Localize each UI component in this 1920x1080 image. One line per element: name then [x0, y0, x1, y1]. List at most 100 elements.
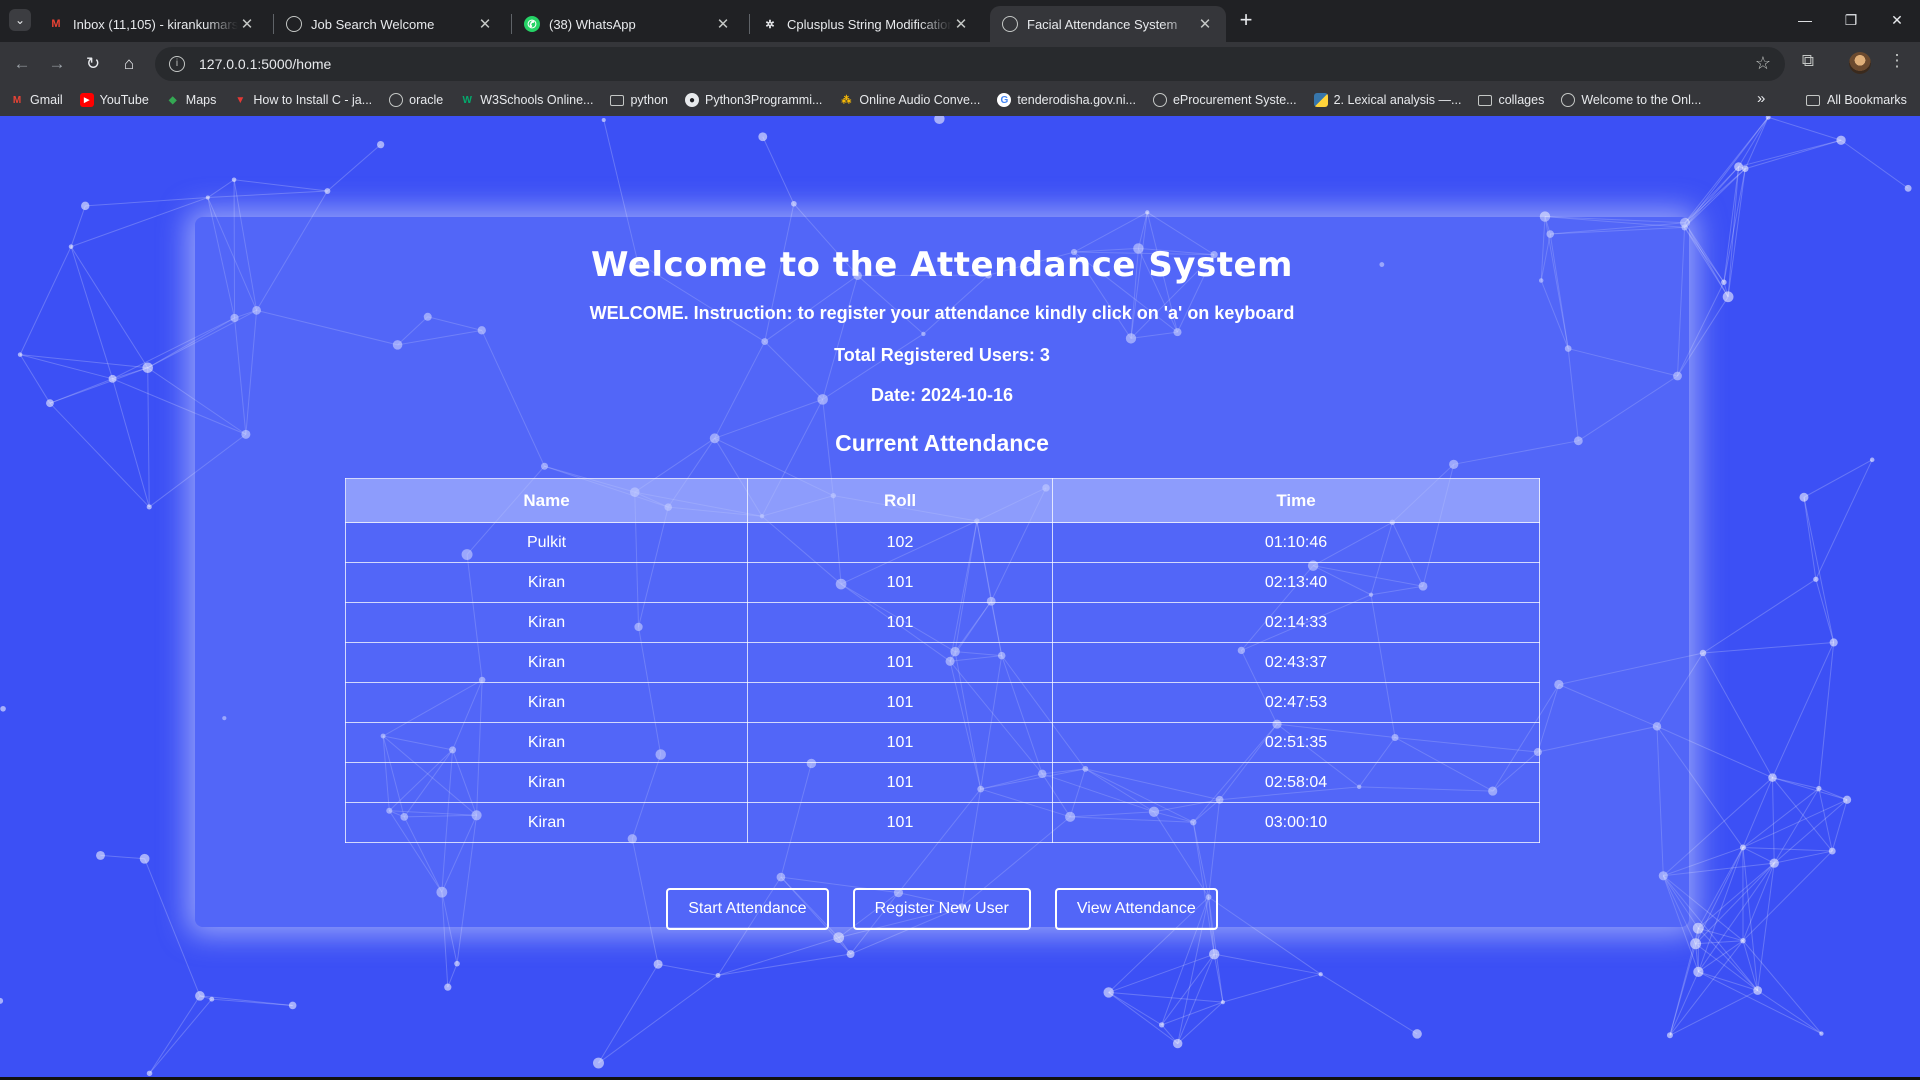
- close-icon[interactable]: ✕: [952, 15, 970, 33]
- minimize-icon: —: [1798, 12, 1812, 28]
- bookmark-welcome-online[interactable]: Welcome to the Onl...: [1561, 93, 1701, 107]
- bookmark-install-c[interactable]: ▼ How to Install C - ja...: [233, 93, 372, 107]
- particle-dot: [444, 983, 452, 991]
- table-row: Kiran 101 02:51:35: [345, 722, 1540, 763]
- cell-name: Kiran: [345, 602, 748, 643]
- cell-time: 01:10:46: [1052, 522, 1540, 563]
- all-bookmarks-button[interactable]: All Bookmarks: [1806, 84, 1907, 116]
- more-bookmarks-icon[interactable]: »: [1757, 90, 1765, 107]
- particle-link: [717, 953, 851, 976]
- bookmark-label: Welcome to the Onl...: [1581, 93, 1702, 107]
- particle-dot: [833, 932, 845, 943]
- particle-link: [20, 354, 113, 380]
- tab-title: Facial Attendance System: [1027, 16, 1178, 32]
- bookmark-folder-collages[interactable]: collages: [1478, 93, 1544, 107]
- particle-dot: [324, 188, 331, 194]
- close-icon[interactable]: ✕: [476, 15, 494, 33]
- start-attendance-button[interactable]: Start Attendance: [666, 888, 829, 930]
- restore-button[interactable]: ❐: [1828, 6, 1874, 34]
- particle-link: [1697, 862, 1775, 973]
- particle-dot: [1412, 1029, 1422, 1039]
- folder-icon: [1478, 94, 1493, 106]
- address-bar[interactable]: i 127.0.0.1:5000/home ☆: [155, 47, 1785, 81]
- bookmark-lexical-analysis[interactable]: 2. Lexical analysis —...: [1313, 93, 1461, 107]
- close-icon[interactable]: ✕: [1196, 15, 1214, 33]
- particle-link: [1684, 116, 1769, 228]
- home-button[interactable]: ⌂: [115, 50, 143, 78]
- chevron-down-icon: ⌄: [14, 13, 26, 27]
- particle-dot: [1318, 972, 1323, 977]
- forward-button[interactable]: →: [43, 50, 71, 78]
- bookmark-oracle[interactable]: oracle: [389, 93, 443, 107]
- tab-whatsapp[interactable]: ✆ (38) WhatsApp ✕: [512, 6, 744, 42]
- table-row: Pulkit 102 01:10:46: [345, 522, 1540, 563]
- cell-roll: 101: [747, 722, 1053, 763]
- particle-link: [1108, 953, 1215, 993]
- bookmark-python3programming[interactable]: ● Python3Programmi...: [684, 93, 822, 107]
- minimize-button[interactable]: —: [1782, 6, 1828, 34]
- bookmark-star-icon[interactable]: ☆: [1755, 53, 1771, 74]
- particle-link: [70, 246, 114, 379]
- particle-link: [1108, 991, 1223, 1003]
- bookmark-folder-python[interactable]: python: [610, 93, 668, 107]
- particle-dot: [1813, 576, 1819, 582]
- w3schools-icon: W: [462, 94, 472, 106]
- bookmark-label: tenderodisha.gov.ni...: [1017, 93, 1136, 107]
- particle-link: [1738, 117, 1769, 167]
- close-icon: ✕: [1891, 12, 1903, 28]
- reload-button[interactable]: ↻: [79, 50, 107, 78]
- particle-dot: [1869, 457, 1875, 463]
- bookmark-youtube[interactable]: ▶ YouTube: [79, 93, 149, 107]
- tab-gmail[interactable]: M Inbox (11,105) - kirankumarsahu ✕: [36, 6, 268, 42]
- gmail-icon: M: [51, 18, 61, 30]
- particle-link: [1702, 652, 1773, 778]
- particle-link: [1757, 863, 1775, 991]
- particle-dot: [96, 850, 105, 860]
- particle-dot: [17, 352, 23, 357]
- view-attendance-button[interactable]: View Attendance: [1054, 888, 1218, 930]
- particle-link: [1702, 641, 1834, 654]
- tab-job-search[interactable]: Job Search Welcome ✕: [274, 6, 506, 42]
- arrow-left-icon: ←: [13, 54, 31, 73]
- instruction-text: WELCOME. Instruction: to register your a…: [589, 303, 1295, 323]
- particle-link: [762, 136, 795, 204]
- site-info-icon[interactable]: i: [169, 56, 185, 72]
- particle-link: [1815, 579, 1835, 643]
- url-text: 127.0.0.1:5000/home: [199, 56, 332, 72]
- close-icon[interactable]: ✕: [238, 15, 256, 33]
- bookmark-w3schools[interactable]: W W3Schools Online...: [460, 93, 593, 107]
- back-button[interactable]: ←: [8, 50, 36, 78]
- close-icon[interactable]: ✕: [714, 15, 732, 33]
- particle-link: [598, 974, 719, 1064]
- bookmark-audio-converter[interactable]: ⁂ Online Audio Conve...: [839, 93, 980, 107]
- bookmark-gmail[interactable]: M Gmail: [10, 93, 63, 107]
- whatsapp-icon: ✆: [524, 16, 540, 32]
- particle-dot: [142, 362, 154, 374]
- particle-dot: [209, 996, 215, 1002]
- bookmark-label: collages: [1498, 93, 1545, 107]
- table-row: Kiran 101 02:58:04: [345, 762, 1540, 803]
- bookmark-maps[interactable]: ◆ Maps: [166, 93, 217, 107]
- register-new-user-button[interactable]: Register New User: [852, 888, 1031, 930]
- bookmark-eprocurement[interactable]: eProcurement Syste...: [1152, 93, 1297, 107]
- particle-dot: [1159, 1022, 1165, 1028]
- particle-link: [1222, 973, 1321, 1003]
- new-tab-button[interactable]: +: [1233, 8, 1259, 34]
- openai-icon: ✲: [765, 18, 775, 31]
- particle-dot: [1103, 987, 1114, 998]
- extensions-icon[interactable]: ⧉: [1795, 51, 1821, 71]
- tab-facial-attendance[interactable]: Facial Attendance System ✕: [990, 6, 1226, 42]
- tab-cplusplus[interactable]: ✲ Cplusplus String Modification F ✕: [750, 6, 982, 42]
- menu-kebab-icon[interactable]: ⋮: [1884, 51, 1910, 71]
- particle-link: [1745, 139, 1842, 170]
- profile-avatar[interactable]: [1849, 52, 1871, 74]
- plus-icon: +: [1239, 7, 1253, 32]
- particle-link: [1697, 847, 1744, 929]
- globe-icon: [1561, 93, 1576, 107]
- tab-search-button[interactable]: ⌄: [9, 9, 31, 31]
- particle-dot: [846, 950, 855, 959]
- close-window-button[interactable]: ✕: [1874, 6, 1920, 34]
- bookmark-label: Maps: [185, 93, 217, 107]
- cell-roll: 101: [747, 602, 1053, 643]
- bookmark-tenderodisha[interactable]: Gtenderodisha.gov.ni...: [997, 93, 1136, 107]
